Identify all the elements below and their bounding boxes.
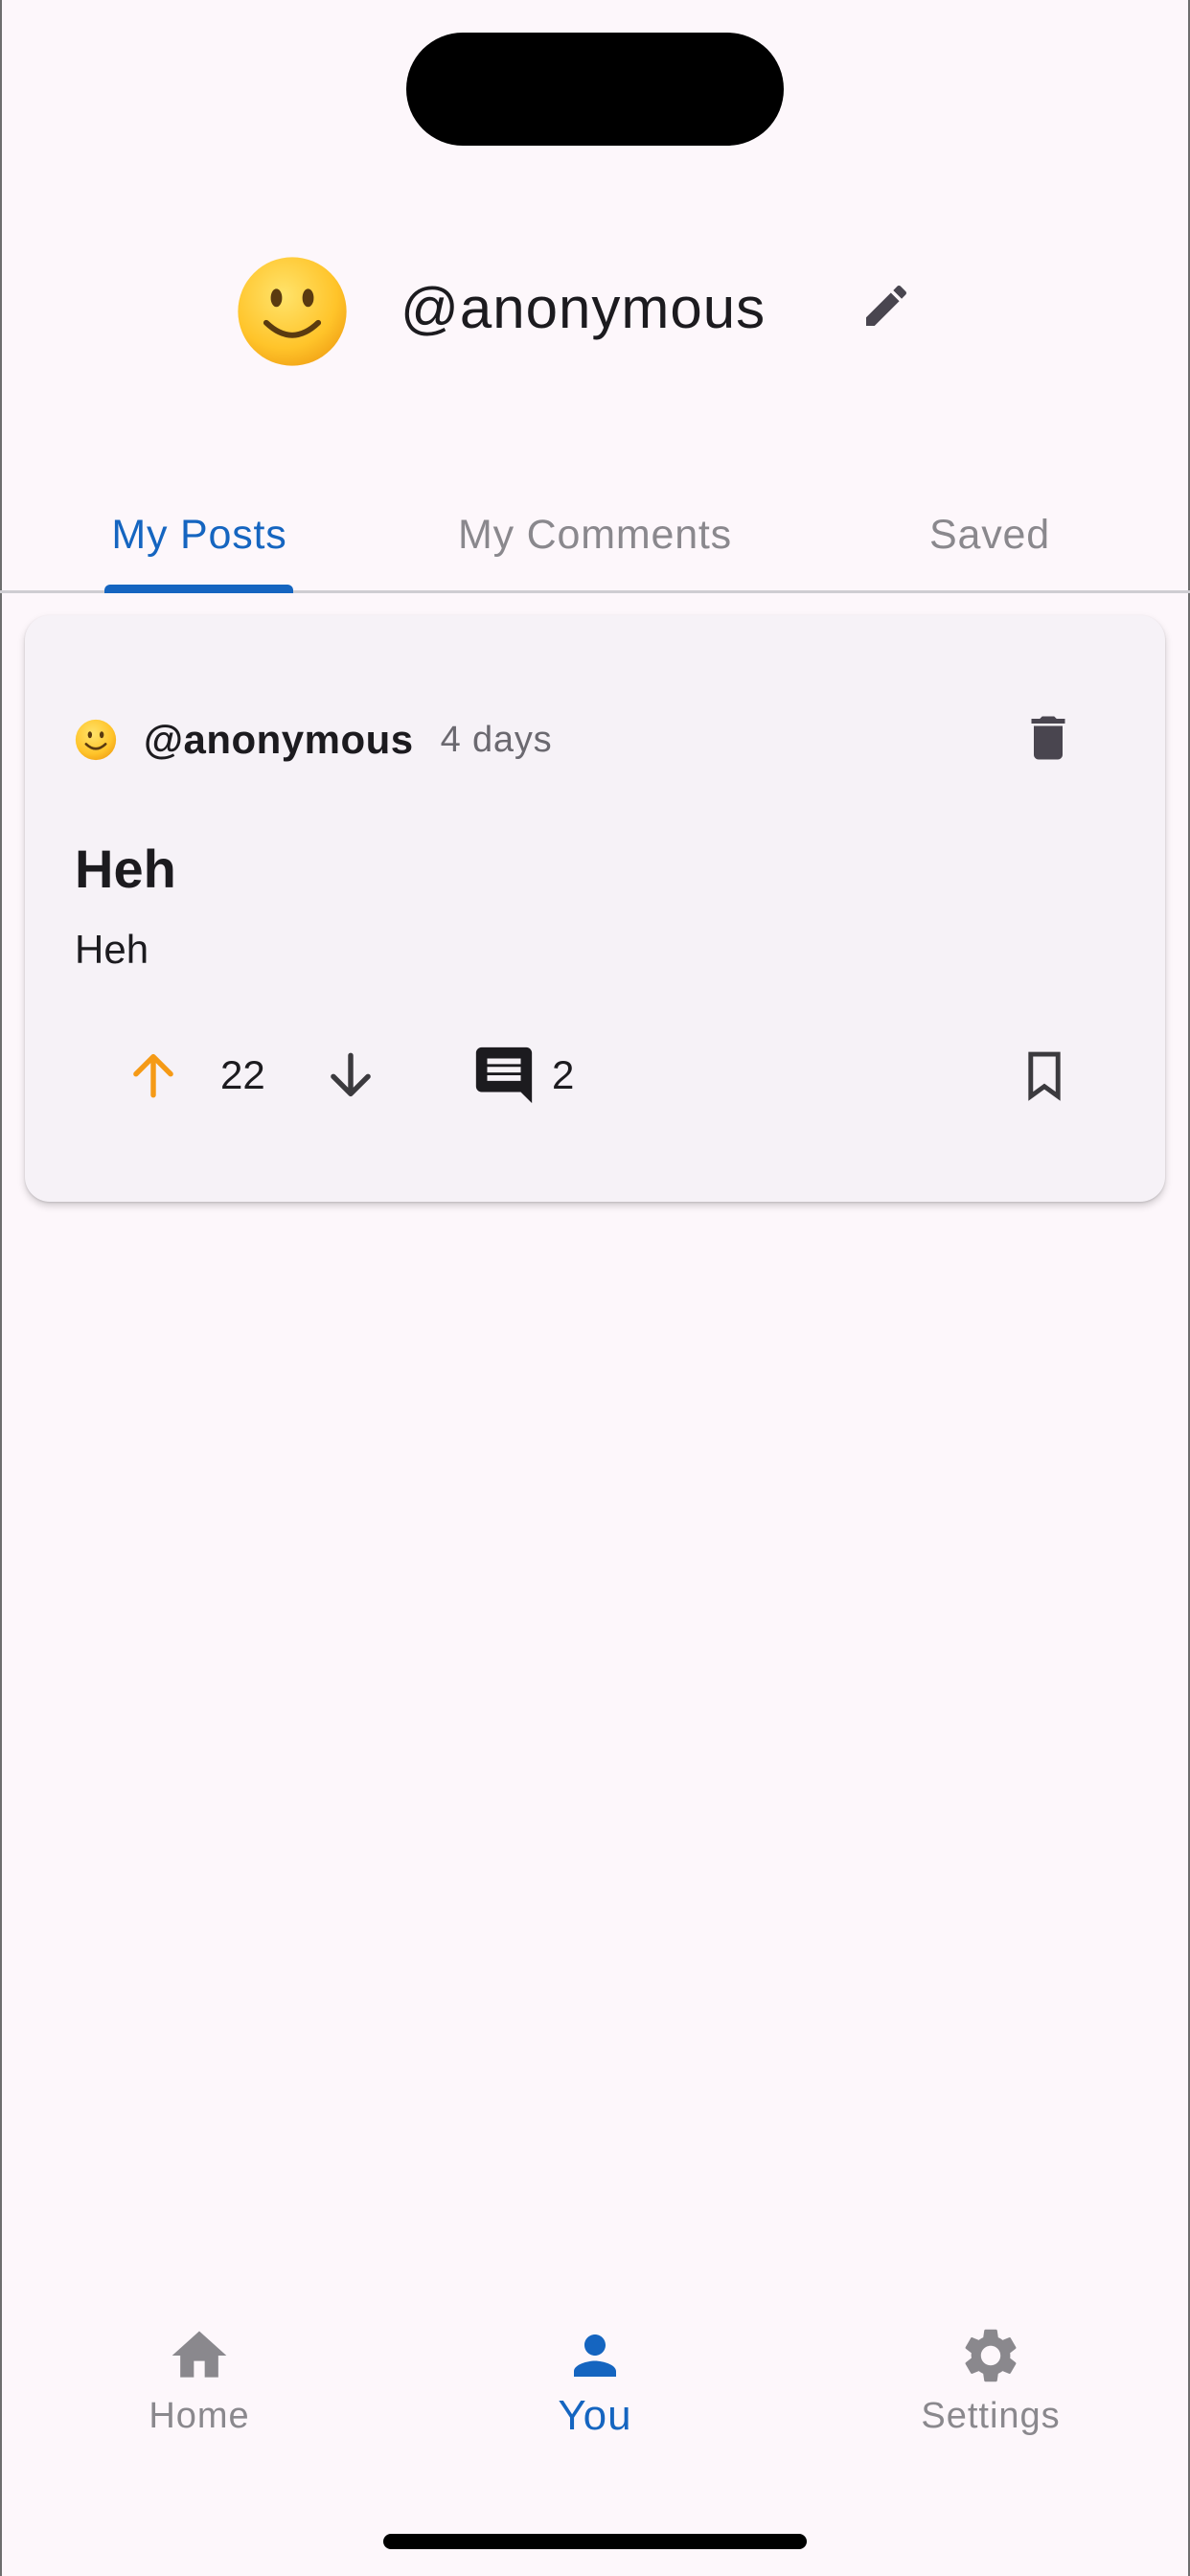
trash-icon bbox=[1031, 716, 1065, 760]
author-avatar-icon bbox=[75, 719, 117, 761]
profile-username: @anonymous bbox=[400, 276, 767, 340]
bottom-navigation: Home You Settings bbox=[0, 2310, 1190, 2463]
downvote-button[interactable] bbox=[312, 1037, 389, 1114]
nav-settings-label: Settings bbox=[921, 2396, 1061, 2436]
bookmark-icon bbox=[1028, 1051, 1061, 1101]
post-actions: 22 2 bbox=[25, 1037, 1165, 1114]
arrow-down-icon bbox=[331, 1052, 371, 1097]
upvote-button[interactable] bbox=[115, 1037, 192, 1114]
comments-button[interactable] bbox=[466, 1037, 542, 1114]
arrow-up-icon bbox=[133, 1053, 173, 1098]
post-body: Heh bbox=[75, 927, 149, 972]
tab-my-posts[interactable]: My Posts bbox=[57, 479, 341, 590]
frame-edge-left bbox=[0, 0, 2, 2576]
save-post-button[interactable] bbox=[1006, 1037, 1083, 1114]
post-card[interactable]: @anonymous 4 days Heh Heh 22 2 bbox=[25, 615, 1165, 1202]
post-time: 4 days bbox=[440, 719, 553, 760]
home-icon bbox=[165, 2321, 234, 2390]
upvote-count: 22 bbox=[220, 1052, 265, 1097]
tab-my-posts-label: My Posts bbox=[111, 511, 287, 558]
tab-my-comments-label: My Comments bbox=[458, 511, 732, 558]
profile-tabs: My Posts My Comments Saved bbox=[0, 479, 1190, 593]
comment-count: 2 bbox=[552, 1052, 575, 1097]
tab-my-comments[interactable]: My Comments bbox=[427, 479, 763, 590]
tab-saved-label: Saved bbox=[929, 511, 1050, 558]
gear-icon bbox=[956, 2321, 1025, 2390]
home-indicator bbox=[383, 2534, 807, 2549]
tab-saved[interactable]: Saved bbox=[881, 479, 1098, 590]
person-icon bbox=[561, 2321, 629, 2390]
avatar-smiley-icon bbox=[238, 257, 347, 366]
post-meta: @anonymous 4 days bbox=[75, 711, 552, 769]
delete-post-button[interactable] bbox=[1014, 703, 1083, 772]
edit-profile-button[interactable] bbox=[853, 272, 920, 339]
post-author[interactable]: @anonymous bbox=[144, 717, 414, 763]
nav-you[interactable]: You bbox=[480, 2310, 710, 2463]
profile-header: @anonymous bbox=[0, 251, 1190, 372]
tab-active-indicator bbox=[104, 585, 293, 593]
pencil-icon bbox=[866, 285, 907, 326]
nav-you-label: You bbox=[558, 2392, 632, 2439]
post-title: Heh bbox=[75, 839, 176, 899]
comment-icon bbox=[475, 1046, 533, 1104]
dynamic-island bbox=[406, 33, 784, 146]
nav-settings[interactable]: Settings bbox=[876, 2310, 1106, 2463]
nav-home-label: Home bbox=[149, 2396, 250, 2436]
nav-home[interactable]: Home bbox=[84, 2310, 314, 2463]
